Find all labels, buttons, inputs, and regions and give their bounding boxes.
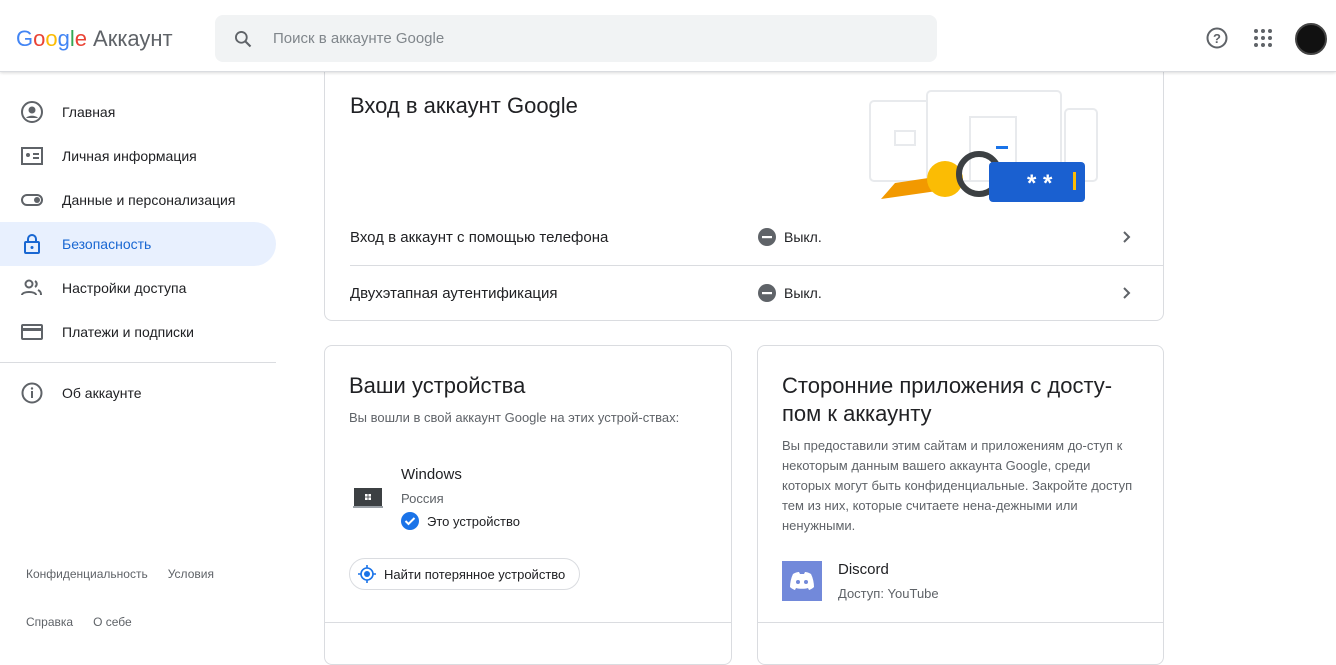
apps-desc: Вы предоставили этим сайтам и приложения… [782, 438, 1133, 533]
svg-text:* *: * * [1027, 170, 1053, 197]
people-icon [21, 279, 42, 296]
locate-icon [358, 565, 376, 583]
sidebar-item-payments[interactable]: Платежи и подписки [0, 310, 276, 354]
app-item[interactable]: Discord Доступ: YouTube [838, 561, 939, 601]
help-link[interactable]: Справка [26, 615, 73, 629]
info-icon [21, 382, 43, 404]
help-icon[interactable]: ? [1205, 26, 1229, 50]
key-password-illustration: * * [869, 90, 1098, 202]
google-account-logo[interactable]: Google Аккаунт [16, 26, 173, 52]
chevron-right-icon [1123, 287, 1131, 299]
search-input[interactable] [273, 30, 873, 47]
sidebar-label: Главная [62, 104, 116, 120]
logo-account-text: Аккаунт [93, 26, 173, 51]
google-logo: Google [16, 26, 88, 51]
app-name: Discord [838, 561, 889, 578]
sidebar-label: Данные и персонализация [62, 192, 236, 208]
svg-text:?: ? [1213, 31, 1221, 46]
devices-card: Ваши устройства Вы вошли в свой аккаунт … [324, 345, 732, 665]
devices-title: Ваши устройства [349, 373, 526, 398]
apps-title: Сторонние приложения с досту-пом к аккау… [782, 373, 1113, 426]
credit-card-icon [21, 324, 43, 340]
status-text: Выкл. [784, 229, 822, 245]
header: Google Аккаунт ? [0, 0, 1336, 72]
terms-link[interactable]: Условия [168, 567, 214, 581]
status-text: Выкл. [784, 285, 822, 301]
off-status-icon [758, 228, 776, 246]
discord-icon [782, 561, 822, 601]
avatar[interactable] [1295, 23, 1327, 55]
device-name: Windows [401, 466, 462, 483]
id-card-icon [21, 147, 43, 165]
sidebar-label: Безопасность [62, 236, 152, 252]
signin-card: Вход в аккаунт Google * * Вход в аккаунт… [324, 50, 1164, 321]
two-step-row[interactable]: Двухэтапная аутентификация Выкл. [350, 265, 1163, 321]
laptop-icon [353, 488, 383, 508]
row-label: Двухэтапная аутентификация [350, 284, 558, 302]
sidebar-item-about[interactable]: Об аккаунте [0, 371, 276, 415]
device-item[interactable]: Windows Россия Это устройство [401, 466, 520, 530]
sidebar-divider [0, 362, 276, 363]
card-divider [758, 622, 1163, 623]
sidebar-item-home[interactable]: Главная [0, 90, 276, 134]
devices-desc: Вы вошли в свой аккаунт Google на этих у… [349, 410, 680, 425]
account-circle-icon [21, 101, 43, 123]
phone-signin-row[interactable]: Вход в аккаунт с помощью телефона Выкл. [350, 209, 1163, 265]
footer-links-2: Справка О себе [26, 615, 132, 629]
privacy-link[interactable]: Конфиденциальность [26, 567, 148, 581]
card-divider [325, 622, 731, 623]
third-party-apps-card: Сторонние приложения с досту-пом к аккау… [757, 345, 1164, 665]
about-link[interactable]: О себе [93, 615, 132, 629]
app-access: Доступ: YouTube [838, 586, 939, 601]
current-device-label: Это устройство [427, 513, 520, 529]
row-label: Вход в аккаунт с помощью телефона [350, 228, 609, 246]
sidebar-item-sharing[interactable]: Настройки доступа [0, 266, 276, 310]
sidebar-item-data-personalization[interactable]: Данные и персонализация [0, 178, 276, 222]
device-location: Россия [401, 491, 444, 506]
apps-grid-icon[interactable] [1251, 26, 1275, 50]
toggle-icon [21, 194, 43, 206]
chevron-right-icon [1123, 231, 1131, 243]
sidebar-label: Личная информация [62, 148, 197, 164]
sidebar-label: Настройки доступа [62, 280, 187, 296]
sidebar-label: Платежи и подписки [62, 324, 194, 340]
find-device-label: Найти потерянное устройство [384, 566, 566, 582]
search-icon [235, 30, 252, 47]
footer-links-1: Конфиденциальность Условия [26, 567, 214, 581]
find-device-button[interactable]: Найти потерянное устройство [349, 558, 581, 590]
sidebar: Главная Личная информация Данные и персо… [0, 72, 300, 647]
check-circle-icon [401, 512, 419, 530]
off-status-icon [758, 284, 776, 302]
search-box[interactable] [215, 15, 937, 62]
sidebar-item-security[interactable]: Безопасность [0, 222, 276, 266]
lock-icon [24, 234, 40, 254]
sidebar-label: Об аккаунте [62, 385, 142, 401]
sidebar-item-personal-info[interactable]: Личная информация [0, 134, 276, 178]
signin-title: Вход в аккаунт Google [350, 93, 578, 118]
